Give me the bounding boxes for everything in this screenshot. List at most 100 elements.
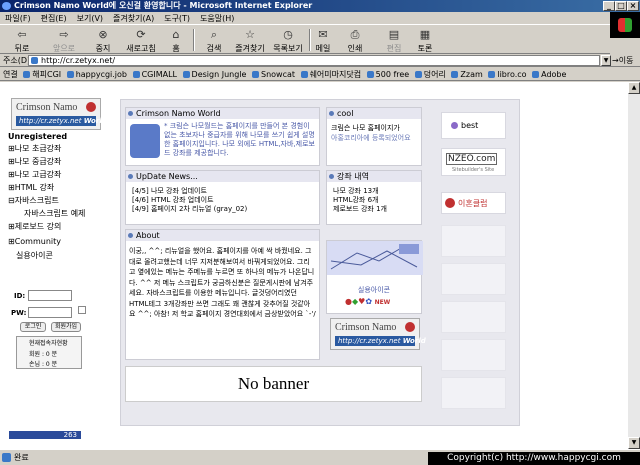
links-bar: 연결 해피CGI happycgi.job CGIMALL Design Jun… [0, 68, 640, 81]
scroll-down-button[interactable]: ▼ [628, 437, 640, 449]
history-button[interactable]: ◷ 목록보기 [270, 28, 306, 54]
address-input[interactable]: http://cr.zetyx.net/ [28, 55, 600, 66]
logo-mark-icon [86, 102, 96, 112]
title-bar[interactable]: Crimson Namo World에 오신걸 환영합니다 - Microsof… [0, 0, 640, 12]
nav-community[interactable]: ⊞Community [8, 237, 61, 246]
about-box: About 이궁,, ^^; 리뉴얼을 했어요. 홈페이지를 아예 싹 바꿨네요… [125, 229, 320, 360]
cool-title: cool [327, 108, 421, 119]
sponsor-badge[interactable]: 이혼클럽 [441, 192, 506, 214]
discuss-button[interactable]: ▦ 토론 [416, 28, 434, 54]
link-item[interactable]: Design Jungle [182, 68, 246, 80]
nav-html[interactable]: ⊞HTML 강좌 [8, 182, 54, 193]
vertical-scrollbar[interactable]: ▲ ▼ [628, 82, 640, 449]
link-item[interactable]: 덩어리 [414, 68, 446, 80]
link-item[interactable]: Adobe [532, 68, 566, 80]
id-input[interactable] [28, 290, 72, 301]
bottom-logo[interactable]: Crimson Namo http://cr.zetyx.net World [330, 318, 426, 350]
search-button[interactable]: ⌕ 검색 [203, 28, 225, 54]
nav-namo-intermediate[interactable]: ⊞나모 중급강좌 [8, 156, 61, 167]
logo-text: Crimson Namo [335, 322, 397, 333]
join-button[interactable]: 회원가입 [51, 322, 81, 332]
home-icon: ⌂ [172, 28, 180, 41]
address-label: 주소(D) [3, 56, 31, 65]
minimize-button[interactable]: _ [603, 1, 615, 11]
home-button[interactable]: ⌂ 홈 [168, 28, 184, 54]
about-text: 이궁,, ^^; 리뉴얼을 했어요. 홈페이지를 아예 싹 바꿨네요. 그대로 … [129, 247, 316, 318]
menu-tools[interactable]: 도구(T) [159, 12, 195, 25]
link-icon [251, 71, 259, 78]
stop-button[interactable]: ⊗ 중지 [92, 28, 114, 54]
menu-view[interactable]: 보기(V) [72, 12, 108, 25]
page-done-icon [2, 453, 11, 462]
login-button[interactable]: 로그인 [20, 322, 46, 332]
nav-zeroboard[interactable]: ⊞제로보드 강의 [8, 221, 61, 232]
refresh-icon: ⟳ [136, 28, 146, 41]
logo-url: http://cr.zetyx.net World [16, 116, 107, 126]
cool-text-2[interactable]: 아홍코리아에 등록되었어요 [331, 134, 417, 143]
go-arrow-icon: → [612, 56, 619, 65]
scroll-up-button[interactable]: ▲ [628, 82, 640, 94]
nav-javascript-examples[interactable]: 자바스크립트 예제 [24, 208, 85, 219]
close-button[interactable]: × [627, 1, 639, 11]
copyright-overlay: Copyright(c) http://www.happycgi.com [428, 452, 640, 465]
hit-counter: 263 [9, 431, 81, 439]
link-item[interactable]: Zzam [451, 68, 483, 80]
link-icon [532, 71, 540, 78]
edit-icon: ▤ [388, 28, 400, 41]
nav-icons[interactable]: 실용아이콘 [16, 250, 53, 261]
menu-favorites[interactable]: 즐겨찾기(A) [108, 12, 159, 25]
menu-edit[interactable]: 편집(E) [36, 12, 72, 25]
icons-label[interactable]: 실용아이콘 [327, 285, 421, 295]
link-item[interactable]: happycgi.job [66, 68, 127, 80]
remember-checkbox[interactable] [78, 306, 86, 314]
welcome-box: Crimson Namo World * 크림슨 나모월드는 홈페이지를 만들어… [125, 107, 320, 166]
puzzle-icon [130, 124, 160, 158]
link-item[interactable]: Snowcat [251, 68, 295, 80]
nav-javascript[interactable]: ⊟자바스크립트 [8, 195, 59, 206]
link-item[interactable]: 500 free [366, 68, 409, 80]
welcome-text: * 크림슨 나모월드는 홈페이지를 만들어 본 경험이 없는 초보자나 중급자를… [164, 122, 315, 157]
link-icon [366, 71, 374, 78]
menu-file[interactable]: 파일(F) [0, 12, 36, 25]
best-icon [451, 122, 458, 129]
links-label: 연결 [3, 70, 18, 79]
toolbar: ⇦ 뒤로 ⇨ 앞으로 ⊗ 중지 ⟳ 새로고침 ⌂ 홈 ⌕ 검색 ☆ 즐겨찾기 ◷ 목록보기 ✉ 메… [0, 26, 610, 54]
site-logo[interactable]: Crimson Namo http://cr.zetyx.net World [11, 98, 107, 130]
update-title: UpDate News... [126, 171, 319, 182]
banner-area: No banner [125, 366, 422, 402]
back-button[interactable]: ⇦ 뒤로 [6, 28, 38, 54]
link-item[interactable]: CGIMALL [132, 68, 177, 80]
edit-button[interactable]: ▤ 편집 [385, 28, 403, 54]
empty-slot [441, 225, 506, 257]
address-dropdown-button[interactable]: ▼ [601, 55, 611, 66]
visitor-counter: 현재접속자현황 회원 : 0 분 손님 : 0 분 [16, 336, 82, 369]
link-item[interactable]: 쉐어미마지닷컴 [300, 68, 361, 80]
print-button[interactable]: ⎙ 인쇄 [346, 28, 364, 54]
update-item[interactable]: [4/9] 홈페이지 2차 리뉴얼 (gray_02) [132, 204, 247, 214]
link-item[interactable]: 해피CGI [23, 68, 61, 80]
menu-help[interactable]: 도움말(H) [195, 12, 239, 25]
go-button[interactable]: →이동 [612, 54, 633, 67]
nav-namo-advanced[interactable]: ⊞나모 고급강좌 [8, 169, 61, 180]
lecture-box: 강좌 내역 나모 강좌 13개 HTML강좌 6개 제로보드 강좌 1개 [326, 170, 422, 225]
forward-button[interactable]: ⇨ 앞으로 [46, 28, 82, 54]
ie-icon [2, 2, 11, 10]
link-icon [182, 71, 190, 78]
link-icon [23, 71, 31, 78]
windows-logo-icon [610, 12, 640, 38]
history-icon: ◷ [283, 28, 293, 41]
mail-button[interactable]: ✉ 메일 [314, 28, 332, 54]
link-item[interactable]: libro.co [488, 68, 527, 80]
pw-input[interactable] [28, 307, 72, 318]
nav-namo-basic[interactable]: ⊞나모 초급강좌 [8, 143, 61, 154]
update-box: UpDate News... [4/5] 나모 강좌 업데이트 [4/6] HT… [125, 170, 320, 225]
link-icon [414, 71, 422, 78]
best-box[interactable]: best [441, 112, 506, 139]
maximize-button[interactable]: □ [615, 1, 627, 11]
menu-bar: 파일(F) 편집(E) 보기(V) 즐겨찾기(A) 도구(T) 도움말(H) [0, 12, 640, 25]
refresh-button[interactable]: ⟳ 새로고침 [124, 28, 158, 54]
stop-icon: ⊗ [98, 28, 108, 41]
favorites-button[interactable]: ☆ 즐겨찾기 [232, 28, 268, 54]
nzeo-badge[interactable]: NZEO.com Sitebuilder's Site [441, 148, 506, 176]
icons-box[interactable]: 실용아이콘 ●◆♥✿ NEW [326, 240, 423, 314]
